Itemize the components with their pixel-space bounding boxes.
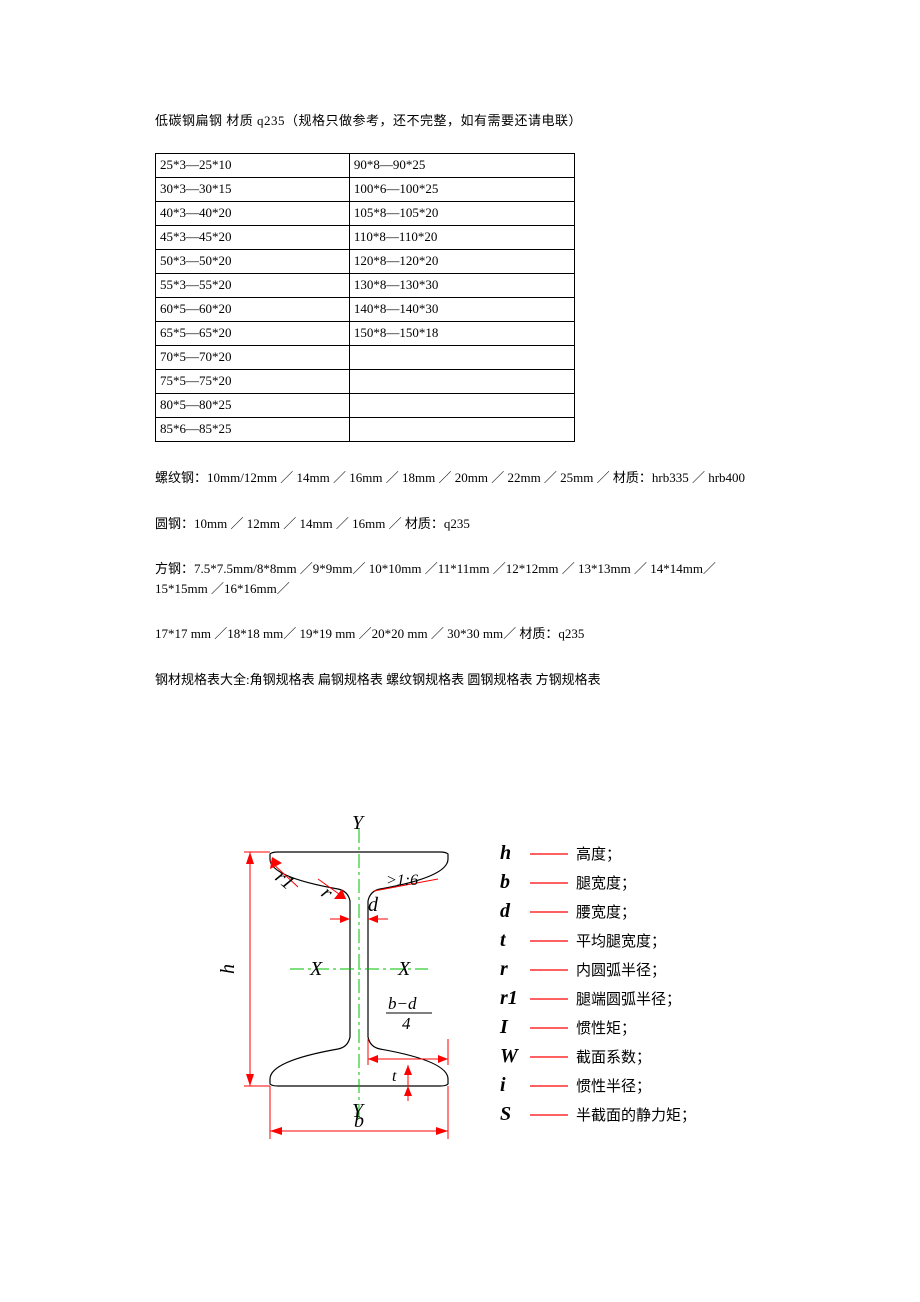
table-row: 45*3—45*20110*8—110*20	[156, 226, 575, 250]
legend-text: 半截面的静力矩；	[576, 1107, 696, 1124]
dim-d: d	[368, 894, 379, 916]
legend-symbol: r	[500, 958, 508, 980]
legend-symbol: b	[500, 871, 510, 893]
para-rebar: 螺纹钢：10mm/12mm ／ 14mm ／ 16mm ／ 18mm ／ 20m…	[155, 468, 765, 488]
table-cell: 30*3—30*15	[156, 178, 350, 202]
table-cell: 40*3—40*20	[156, 202, 350, 226]
table-cell	[349, 346, 574, 370]
table-row: 85*6—85*25	[156, 418, 575, 442]
table-cell: 65*5—65*20	[156, 322, 350, 346]
table-cell: 50*3—50*20	[156, 250, 350, 274]
dim-bd-top: b−d	[388, 994, 417, 1013]
dim-h: h	[217, 964, 239, 974]
table-cell	[349, 394, 574, 418]
legend-text: 惯性半径；	[576, 1078, 651, 1095]
table-cell: 70*5—70*20	[156, 346, 350, 370]
table-cell: 100*6—100*25	[349, 178, 574, 202]
para-round: 圆钢：10mm ／ 12mm ／ 14mm ／ 16mm ／ 材质：q235	[155, 514, 765, 534]
spec-table: 25*3—25*1090*8—90*2530*3—30*15100*6—100*…	[155, 153, 575, 442]
table-cell: 150*8—150*18	[349, 322, 574, 346]
table-cell: 75*5—75*20	[156, 370, 350, 394]
legend-symbol: I	[499, 1016, 509, 1038]
legend-symbol: h	[500, 842, 511, 864]
para-square-2: 17*17 mm ／18*18 mm／ 19*19 mm ／20*20 mm ／…	[155, 624, 765, 644]
legend-text: 腿端圆弧半径；	[576, 991, 681, 1008]
table-cell: 120*8—120*20	[349, 250, 574, 274]
legend-text: 平均腿宽度；	[576, 933, 666, 950]
slope-label: >1:6	[386, 872, 418, 889]
table-cell: 90*8—90*25	[349, 154, 574, 178]
legend-symbol: S	[500, 1103, 511, 1125]
legend-symbol: W	[500, 1045, 519, 1067]
axis-y-top: Y	[352, 812, 365, 834]
para-square-1: 方钢：7.5*7.5mm/8*8mm ／9*9mm／ 10*10mm ／11*1…	[155, 559, 765, 598]
table-cell: 80*5—80*25	[156, 394, 350, 418]
legend-text: 惯性矩；	[576, 1020, 636, 1037]
table-cell: 105*8—105*20	[349, 202, 574, 226]
legend-text: 内圆弧半径；	[576, 962, 666, 979]
para-summary: 钢材规格表大全:角钢规格表 扁钢规格表 螺纹钢规格表 圆钢规格表 方钢规格表	[155, 670, 765, 690]
table-row: 65*5—65*20150*8—150*18	[156, 322, 575, 346]
legend-symbol: d	[500, 900, 511, 922]
table-row: 80*5—80*25	[156, 394, 575, 418]
table-cell: 140*8—140*30	[349, 298, 574, 322]
dim-t: t	[392, 1068, 397, 1085]
table-row: 55*3—55*20130*8—130*30	[156, 274, 575, 298]
table-cell: 25*3—25*10	[156, 154, 350, 178]
table-cell: 130*8—130*30	[349, 274, 574, 298]
table-cell: 85*6—85*25	[156, 418, 350, 442]
page-title: 低碳钢扁钢 材质 q235（规格只做参考，还不完整，如有需要还请电联）	[155, 110, 765, 129]
legend-symbol: t	[500, 929, 507, 951]
legend-symbol: i	[500, 1074, 506, 1096]
axis-x-right: X	[397, 958, 411, 980]
i-beam-diagram: h b d X X Y Y r1	[210, 809, 710, 1179]
dim-r1: r1	[271, 866, 299, 894]
legend-text: 腰宽度；	[576, 904, 636, 921]
dim-bd-bot: 4	[402, 1014, 411, 1033]
table-cell: 55*3—55*20	[156, 274, 350, 298]
table-cell: 45*3—45*20	[156, 226, 350, 250]
axis-x-left: X	[309, 958, 323, 980]
table-cell: 110*8—110*20	[349, 226, 574, 250]
axis-y-bot: Y	[352, 1100, 365, 1122]
legend-text: 截面系数；	[576, 1049, 651, 1066]
table-cell	[349, 418, 574, 442]
table-row: 75*5—75*20	[156, 370, 575, 394]
table-row: 25*3—25*1090*8—90*25	[156, 154, 575, 178]
table-row: 50*3—50*20120*8—120*20	[156, 250, 575, 274]
table-cell: 60*5—60*20	[156, 298, 350, 322]
table-row: 40*3—40*20105*8—105*20	[156, 202, 575, 226]
legend-symbol: r1	[500, 987, 518, 1009]
table-row: 30*3—30*15100*6—100*25	[156, 178, 575, 202]
table-cell	[349, 370, 574, 394]
table-row: 70*5—70*20	[156, 346, 575, 370]
legend-text: 腿宽度；	[576, 875, 636, 892]
legend-text: 高度；	[576, 846, 621, 863]
table-row: 60*5—60*20140*8—140*30	[156, 298, 575, 322]
